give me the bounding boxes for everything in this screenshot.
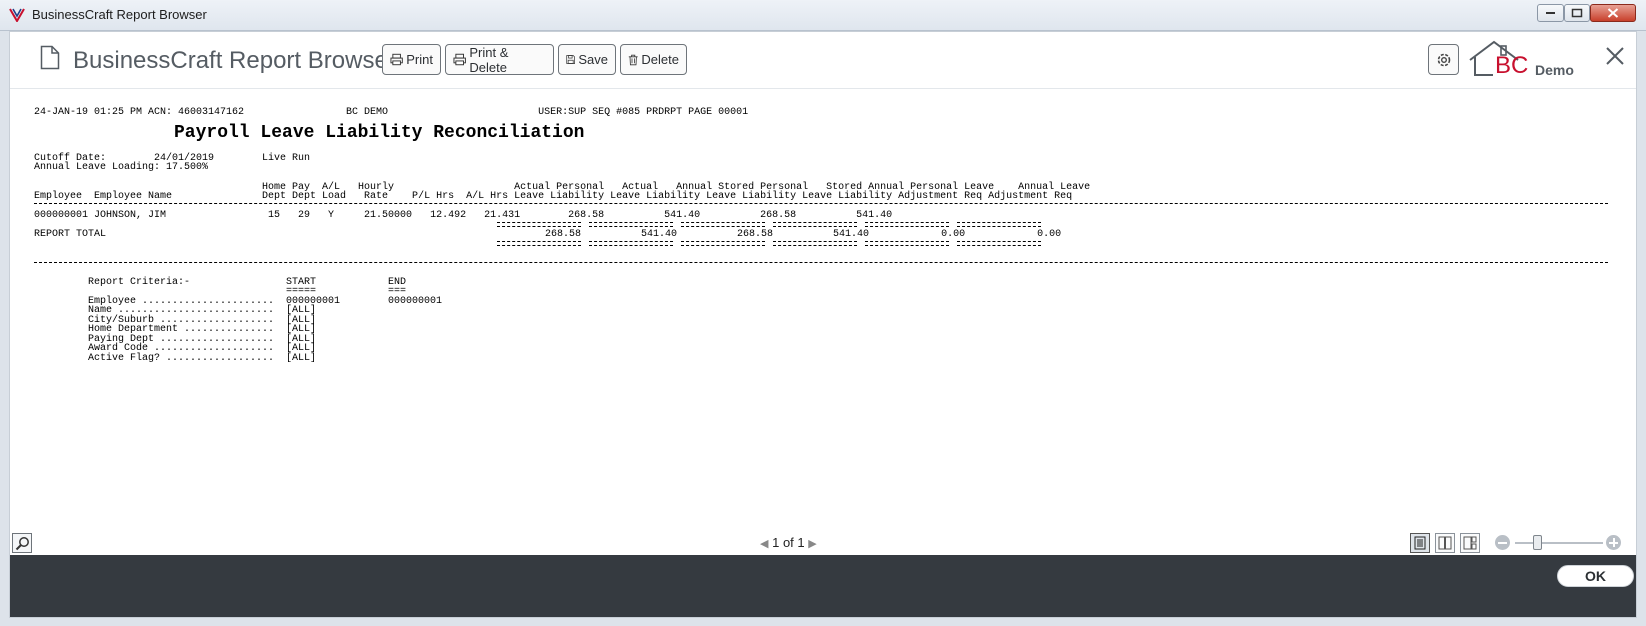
window-title: BusinessCraft Report Browser	[32, 7, 207, 22]
double-rule	[865, 222, 949, 227]
multi-page-view-button[interactable]	[1460, 533, 1480, 553]
search-icon	[15, 537, 29, 551]
double-rule	[589, 241, 673, 246]
minimize-button[interactable]	[1537, 4, 1564, 22]
report-total-label: REPORT TOTAL	[34, 229, 107, 240]
zoom-in-button[interactable]	[1606, 535, 1621, 550]
zoom-slider-handle[interactable]	[1533, 535, 1542, 550]
zoom-slider-track[interactable]	[1515, 542, 1603, 544]
print-label: Print	[406, 52, 433, 67]
current-page: 1	[772, 535, 780, 550]
double-rule	[681, 241, 765, 246]
double-rule	[773, 241, 857, 246]
ok-button[interactable]: OK	[1557, 565, 1634, 587]
print-and-delete-button[interactable]: Print & Delete	[445, 44, 554, 75]
two-page-view-button[interactable]	[1435, 533, 1455, 553]
settings-button[interactable]	[1428, 44, 1459, 75]
loading-line: Annual Leave Loading: 17.500%	[34, 162, 209, 173]
save-button[interactable]: Save	[558, 44, 616, 75]
footer-bar: OK	[10, 555, 1636, 617]
floppy-disk-icon	[566, 55, 575, 64]
double-rule	[681, 222, 765, 227]
report-browser-client: BusinessCraft Report Browser Print Print…	[9, 31, 1637, 618]
trash-icon	[628, 54, 638, 65]
two-page-icon	[1438, 536, 1452, 550]
print-and-delete-label: Print & Delete	[469, 44, 509, 75]
double-rule	[865, 241, 949, 246]
multi-page-icon	[1463, 536, 1477, 550]
close-report-icon[interactable]	[1605, 46, 1625, 66]
gear-icon	[1437, 53, 1451, 67]
toolbar: BusinessCraft Report Browser Print Print…	[10, 32, 1636, 89]
divider	[34, 262, 1608, 263]
document-icon	[40, 45, 60, 70]
criteria-row: Active Flag? .................. [ALL]	[88, 353, 317, 364]
page-title: BusinessCraft Report Browser	[73, 47, 396, 74]
page-navigator: ◀ 1 of 1 ▶	[760, 535, 817, 550]
double-rule	[957, 222, 1041, 227]
window-close-button[interactable]	[1590, 4, 1636, 22]
double-rule	[497, 222, 581, 227]
double-rule	[589, 222, 673, 227]
printer-icon	[390, 53, 403, 66]
restore-icon	[1571, 8, 1583, 18]
double-rule	[957, 241, 1041, 246]
report-header-line: 24-JAN-19 01:25 PM ACN: 46003147162 BC D…	[34, 107, 749, 118]
app-logo-icon	[9, 8, 25, 22]
table-row: 000000001 JOHNSON, JIM 15 29 Y 21.50000 …	[34, 210, 893, 221]
single-page-view-button[interactable]	[1410, 533, 1430, 553]
report-title: Payroll Leave Liability Reconciliation	[174, 123, 585, 143]
divider	[34, 203, 1608, 204]
column-header-2: Employee Employee Name Dept Dept Load Ra…	[34, 191, 1073, 202]
brand-bc: BC	[1495, 52, 1529, 79]
window-titlebar: BusinessCraft Report Browser	[0, 0, 1646, 31]
find-button[interactable]	[12, 533, 32, 553]
save-label: Save	[578, 52, 608, 67]
page-of-label: of	[782, 535, 794, 550]
maximize-button[interactable]	[1564, 4, 1590, 22]
zoom-out-button[interactable]	[1495, 535, 1510, 550]
double-rule	[497, 241, 581, 246]
single-page-icon	[1414, 536, 1426, 550]
prev-page-icon[interactable]: ◀	[760, 538, 768, 550]
report-total-values: 268.58 541.40 268.58 541.40 0.00 0.00	[497, 229, 1062, 240]
brand-demo: Demo	[1535, 62, 1574, 78]
delete-button[interactable]: Delete	[620, 44, 687, 75]
minimize-icon	[1545, 12, 1555, 14]
close-icon	[1607, 8, 1619, 18]
total-pages: 1	[797, 535, 805, 550]
double-rule	[773, 222, 857, 227]
next-page-icon[interactable]: ▶	[808, 538, 816, 550]
print-button[interactable]: Print	[382, 44, 441, 75]
delete-label: Delete	[641, 52, 679, 67]
printer-icon	[453, 53, 466, 66]
